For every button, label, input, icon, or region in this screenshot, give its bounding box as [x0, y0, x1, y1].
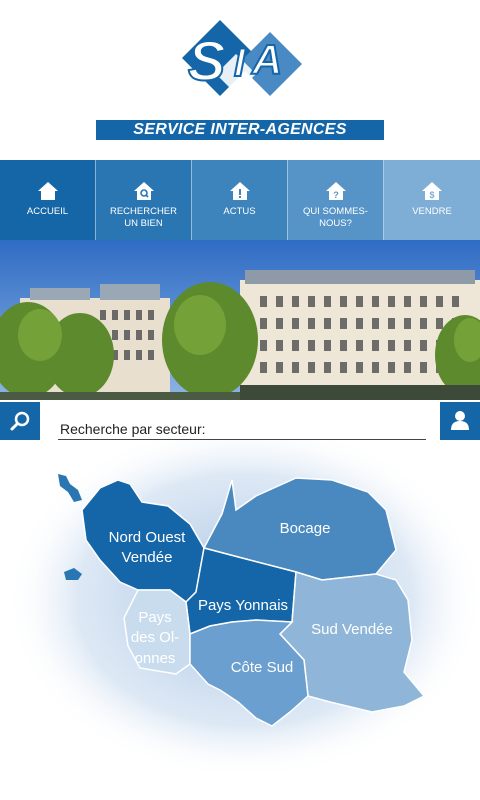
nav-item-rechercher[interactable]: RECHERCHER UN BIEN: [96, 160, 192, 240]
nav-label: ACCUEIL: [26, 206, 69, 217]
nav-item-qui-sommes-nous[interactable]: ? QUI SOMMES-NOUS?: [288, 160, 384, 240]
city-banner-image: [0, 240, 480, 400]
tagline: SERVICE INTER-AGENCES: [96, 120, 384, 140]
search-bar: [0, 400, 480, 440]
svg-text:I: I: [234, 41, 246, 85]
svg-text:$: $: [429, 190, 434, 200]
nav-item-actus[interactable]: ACTUS: [192, 160, 288, 240]
svg-text:?: ?: [333, 190, 339, 200]
nav-label: VENDRE: [412, 206, 452, 217]
nav-label: ACTUS: [223, 206, 256, 217]
user-account-button[interactable]: [440, 402, 480, 440]
nav-label: RECHERCHER UN BIEN: [109, 206, 178, 229]
sia-logo[interactable]: S I A: [176, 14, 306, 106]
region-label-cote-sud: Côte Sud: [231, 659, 294, 676]
alert-house-icon: [229, 182, 250, 200]
question-house-icon: ?: [325, 182, 346, 200]
region-label-nord-ouest-line2: Vendée: [122, 549, 173, 566]
svg-text:A: A: [251, 36, 282, 83]
region-label-pays-des-olonnes-line3: onnes: [135, 650, 176, 667]
region-label-nord-ouest-line1: Nord Ouest: [109, 529, 187, 546]
vendee-sector-map: Nord Ouest Vendée Bocage Pays Yonnais Pa…: [0, 420, 480, 800]
main-nav: ACCUEIL RECHERCHER UN BIEN ACTUS ? QUI S…: [0, 160, 480, 240]
sector-search-input[interactable]: [58, 414, 426, 440]
region-label-bocage: Bocage: [280, 520, 331, 537]
dollar-house-icon: $: [422, 182, 442, 200]
nav-item-accueil[interactable]: ACCUEIL: [0, 160, 96, 240]
nav-label: QUI SOMMES-NOUS?: [303, 206, 368, 229]
region-label-sud-vendee: Sud Vendée: [311, 621, 393, 638]
search-button[interactable]: [0, 402, 40, 440]
search-house-icon: [133, 182, 154, 200]
user-icon: [451, 411, 469, 430]
nav-item-vendre[interactable]: $ VENDRE: [384, 160, 480, 240]
region-label-pays-yonnais: Pays Yonnais: [198, 597, 288, 614]
region-label-pays-des-olonnes-line2: des Ol-: [131, 629, 179, 646]
home-icon: [37, 182, 58, 200]
header: S I A SERVICE INTER-AGENCES: [0, 0, 480, 160]
region-label-pays-des-olonnes-line1: Pays: [138, 609, 171, 626]
svg-text:S: S: [188, 29, 225, 92]
search-icon: [10, 411, 30, 431]
